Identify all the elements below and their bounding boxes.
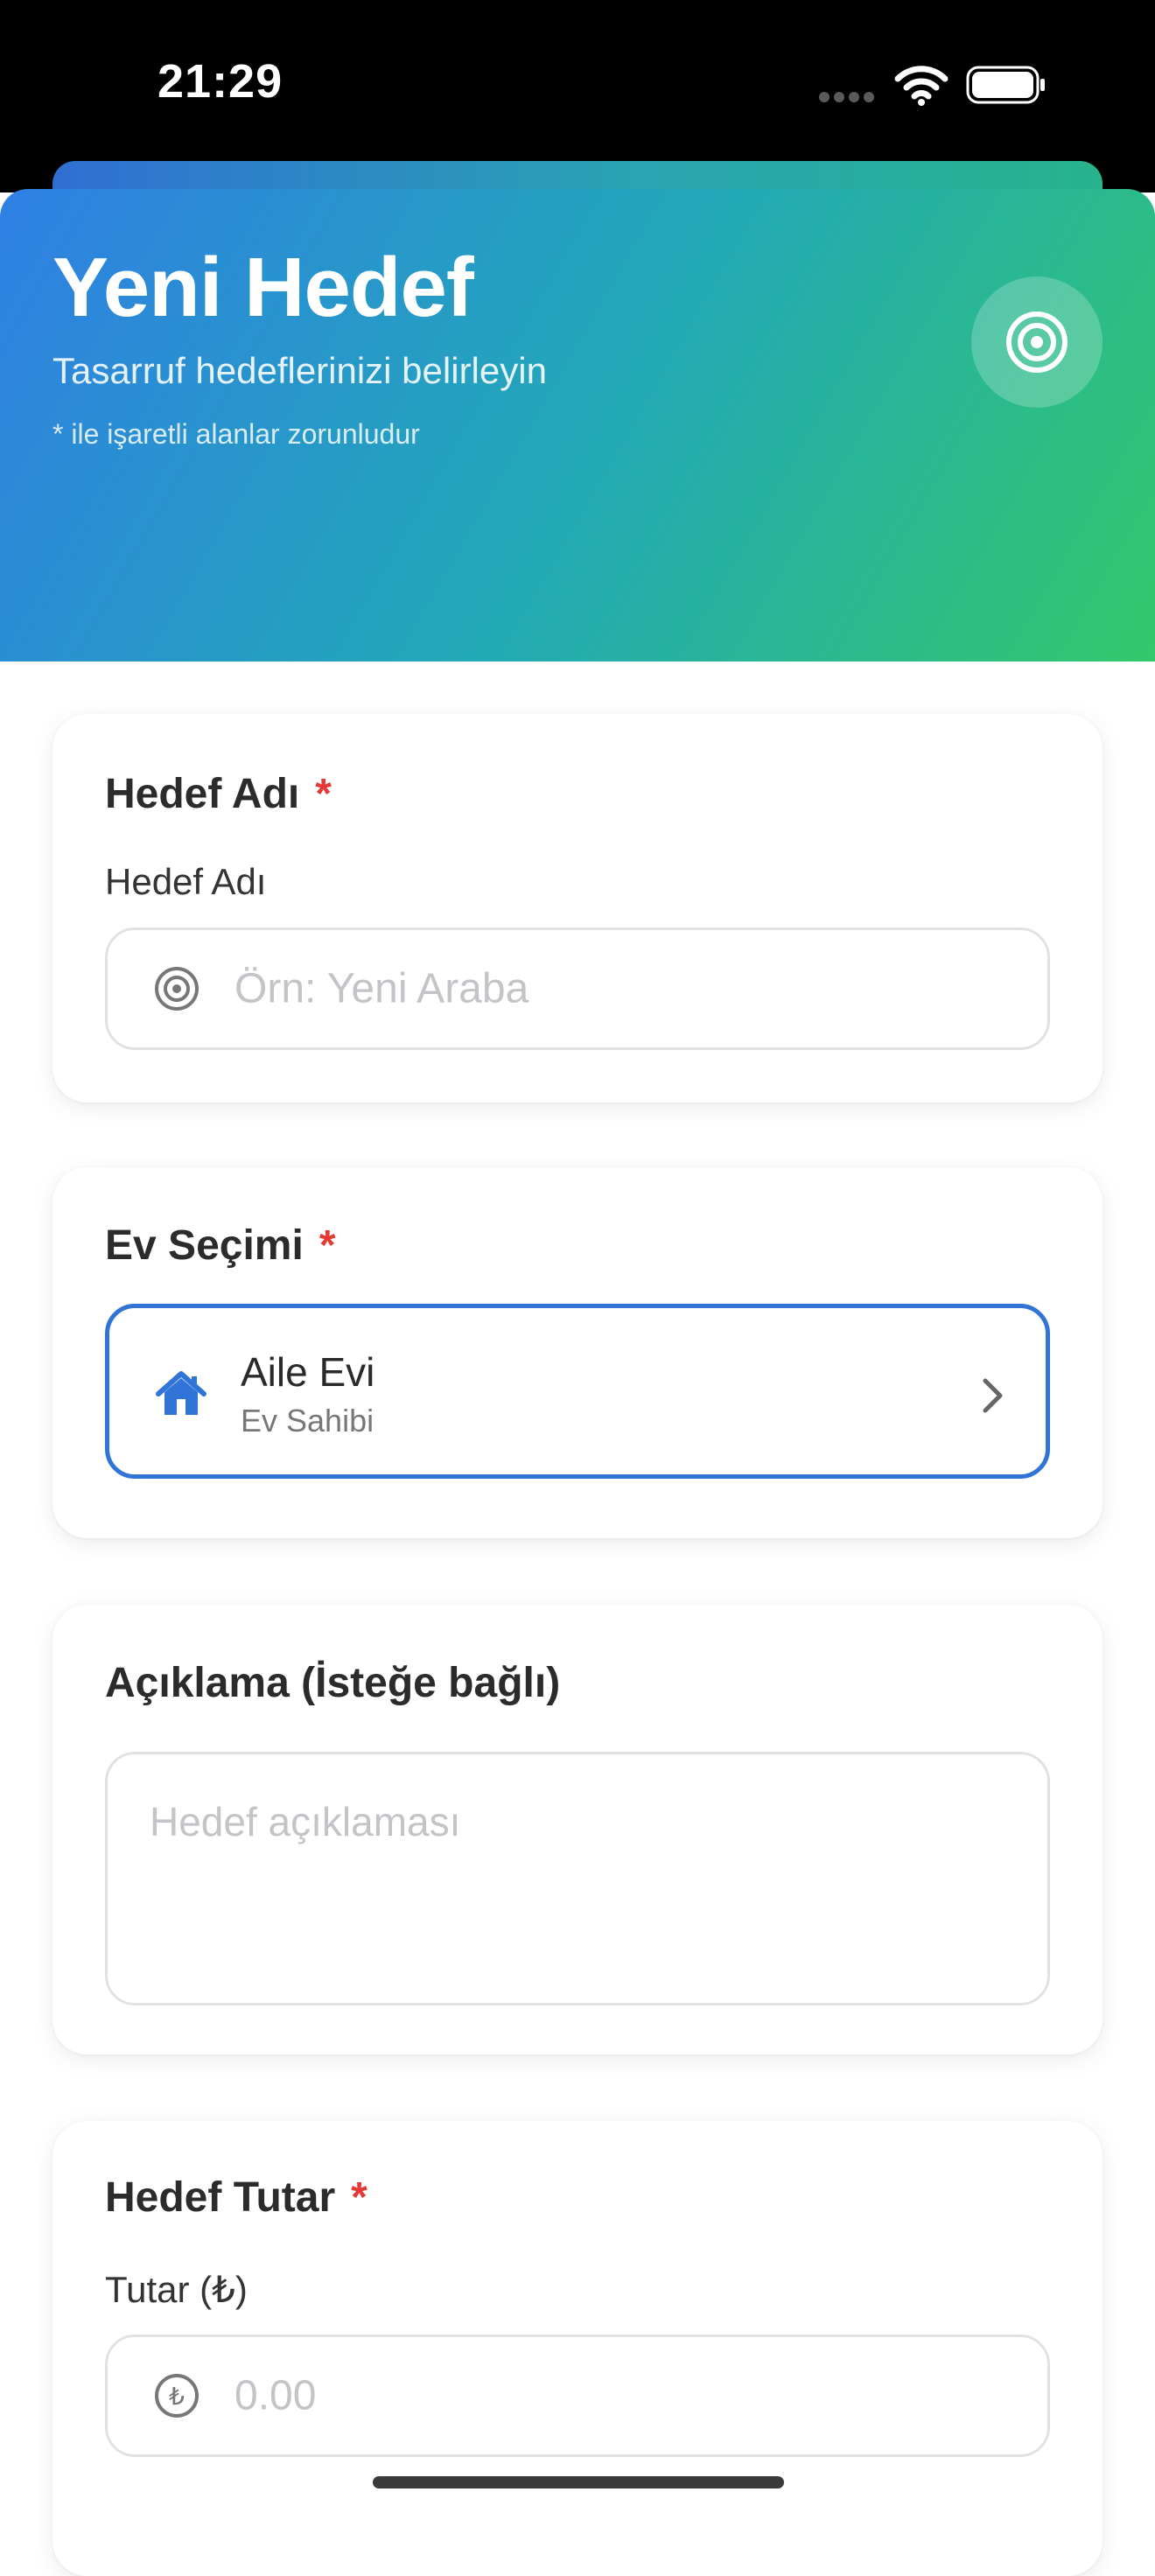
amount-title: Hedef Tutar *	[105, 2174, 368, 2221]
home-icon	[156, 1371, 206, 1415]
lira-icon: ₺	[155, 2374, 199, 2418]
target-icon	[155, 967, 199, 1011]
battery-icon	[966, 66, 1045, 104]
description-textarea[interactable]: Hedef açıklaması	[105, 1752, 1050, 2006]
description-placeholder: Hedef açıklaması	[150, 1799, 461, 1844]
goal-name-card: Hedef Adı * Hedef Adı Örn: Yeni Araba	[52, 714, 1102, 1102]
description-card: Açıklama (İsteğe bağlı) Hedef açıklaması	[52, 1605, 1102, 2054]
required-fields-note: * ile işaretli alanlar zorunludur	[52, 418, 420, 450]
page-subtitle: Tasarruf hedeflerinizi belirleyin	[52, 350, 547, 391]
selected-house-role: Ev Sahibi	[241, 1403, 374, 1438]
description-title: Açıklama (İsteğe bağlı)	[105, 1660, 561, 1706]
selected-house-name: Aile Evi	[241, 1349, 375, 1395]
house-selection-card: Ev Seçimi * Aile Evi Ev Sahibi	[52, 1167, 1102, 1538]
home-indicator[interactable]	[373, 2476, 784, 2488]
required-mark: *	[315, 771, 332, 817]
svg-text:₺: ₺	[169, 2382, 185, 2411]
target-icon	[971, 276, 1102, 408]
required-mark: *	[318, 1222, 336, 1269]
wifi-icon	[894, 66, 948, 106]
page-title: Yeni Hedef	[52, 241, 474, 334]
amount-input[interactable]: ₺ 0.00	[105, 2334, 1050, 2457]
amount-placeholder: 0.00	[234, 2372, 317, 2419]
goal-name-input[interactable]: Örn: Yeni Araba	[105, 928, 1050, 1050]
goal-name-placeholder: Örn: Yeni Araba	[234, 965, 529, 1012]
cellular-signal-icon	[819, 91, 880, 103]
header-banner: Yeni Hedef Tasarruf hedeflerinizi belirl…	[0, 189, 1155, 662]
house-selection-title: Ev Seçimi *	[105, 1222, 336, 1269]
amount-card: Hedef Tutar * Tutar (₺) ₺ 0.00	[52, 2121, 1102, 2576]
chevron-right-icon	[983, 1378, 1003, 1413]
goal-name-label: Hedef Adı	[105, 861, 267, 902]
amount-label: Tutar (₺)	[105, 2269, 248, 2310]
required-mark: *	[351, 2174, 368, 2221]
goal-name-title: Hedef Adı *	[105, 771, 332, 817]
status-time: 21:29	[158, 55, 284, 108]
house-selector[interactable]: Aile Evi Ev Sahibi	[105, 1304, 1050, 1479]
